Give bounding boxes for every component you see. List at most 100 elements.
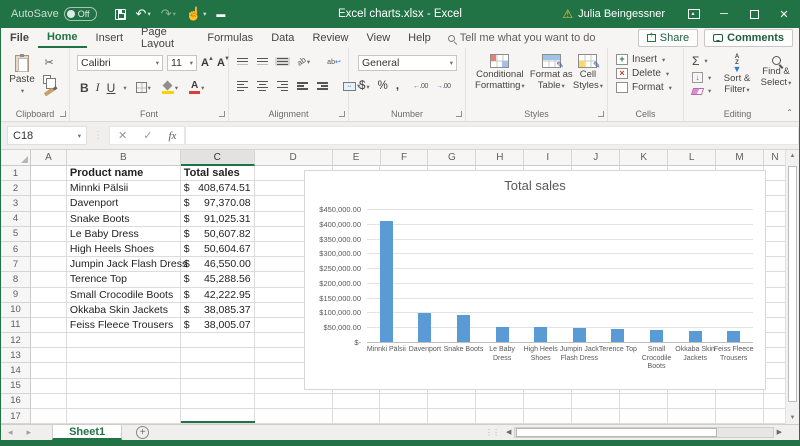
cell-A16[interactable]	[30, 393, 67, 409]
column-header-K[interactable]: K	[620, 150, 669, 166]
bar[interactable]	[495, 327, 509, 342]
cell-B2[interactable]: Minnki Pälsii	[66, 181, 181, 197]
column-header-N[interactable]: N	[764, 150, 787, 166]
bar[interactable]	[572, 328, 586, 342]
cell-C6[interactable]: $50,604.67	[180, 241, 255, 258]
cell-C15[interactable]	[180, 378, 255, 394]
align-top-button[interactable]	[235, 57, 250, 66]
row-header-11[interactable]: 11	[1, 317, 31, 334]
column-header-E[interactable]: E	[332, 150, 381, 166]
cell-A6[interactable]	[30, 241, 67, 258]
cell-A3[interactable]	[30, 196, 67, 212]
copy-button[interactable]: ▾	[41, 74, 57, 89]
cell-M16[interactable]	[716, 393, 764, 409]
increase-font-button[interactable]: A ▲	[201, 56, 214, 69]
format-painter-button[interactable]	[41, 87, 57, 97]
cut-button[interactable]: ✂	[41, 55, 57, 70]
cell-I16[interactable]	[524, 393, 573, 409]
horizontal-scroll-thumb[interactable]	[516, 427, 718, 437]
cell-F16[interactable]	[380, 393, 429, 409]
cell-N2[interactable]	[763, 181, 787, 197]
column-header-L[interactable]: L	[668, 150, 717, 166]
name-box[interactable]: C18 ▾	[7, 126, 87, 145]
cell-A17[interactable]	[30, 409, 67, 424]
percent-style-button[interactable]: %	[378, 80, 388, 92]
tab-insert[interactable]: Insert	[87, 28, 133, 48]
bar[interactable]	[457, 315, 470, 342]
cell-B12[interactable]	[66, 333, 181, 349]
cell-B3[interactable]: Davenport	[66, 196, 181, 212]
add-sheet-button[interactable]: +	[136, 426, 150, 439]
cell-M17[interactable]	[716, 409, 764, 424]
save-button[interactable]	[111, 3, 130, 25]
cell-A5[interactable]	[30, 226, 67, 242]
cell-N9[interactable]	[763, 287, 787, 303]
cell-A9[interactable]	[30, 287, 67, 303]
cell-C10[interactable]: $38,085.37	[180, 302, 255, 318]
cell-C8[interactable]: $45,288.56	[180, 272, 255, 288]
column-header-H[interactable]: H	[476, 150, 525, 166]
cell-N17[interactable]	[763, 409, 787, 424]
row-header-9[interactable]: 9	[1, 287, 31, 303]
tab-help[interactable]: Help	[399, 28, 440, 48]
cell-A14[interactable]	[30, 363, 67, 379]
close-button[interactable]: ✕	[769, 0, 799, 28]
scroll-down-icon[interactable]: ▼	[786, 415, 799, 421]
cell-B14[interactable]	[66, 363, 181, 379]
column-header-D[interactable]: D	[254, 150, 333, 166]
insert-function-button[interactable]: fx	[160, 130, 184, 142]
cell-B7[interactable]: Jumpin Jack Flash Dress	[66, 257, 187, 273]
cell-B6[interactable]: High Heels Shoes	[66, 241, 181, 258]
fill-color-button[interactable]: ▾	[160, 81, 180, 95]
row-header-16[interactable]: 16	[1, 393, 31, 409]
scroll-right-icon[interactable]: ▶	[774, 428, 785, 436]
cell-E17[interactable]	[332, 409, 381, 424]
cell-C5[interactable]: $50,607.82	[180, 226, 255, 242]
touch-mode-button[interactable]: ☝ ▾	[182, 3, 210, 25]
cell-A1[interactable]	[30, 166, 67, 182]
undo-button[interactable]: ↶ ▾	[132, 3, 155, 25]
cell-N3[interactable]	[763, 196, 787, 212]
autosave-pill[interactable]: Off	[63, 7, 97, 21]
cell-N14[interactable]	[763, 363, 787, 379]
sales-chart[interactable]: Total sales $450,000.00 $400,000.00 $350,0…	[304, 170, 766, 390]
cell-C7[interactable]: $46,550.00	[180, 257, 255, 273]
horizontal-scrollbar[interactable]: ⋮⋮ ◀ ▶	[485, 425, 785, 439]
account-user[interactable]: Julia Beingessner	[578, 8, 665, 20]
column-header-M[interactable]: M	[716, 150, 765, 166]
decrease-decimal-button[interactable]: →.00	[436, 83, 451, 90]
bar[interactable]	[418, 313, 432, 342]
column-header-F[interactable]: F	[380, 150, 429, 166]
font-size-select[interactable]: 11 ▾	[167, 55, 197, 71]
cell-B1[interactable]: Product name	[66, 166, 181, 182]
tab-view[interactable]: View	[358, 28, 400, 48]
column-header-G[interactable]: G	[428, 150, 477, 166]
autosave-toggle[interactable]: AutoSave Off	[11, 7, 97, 21]
cell-L17[interactable]	[668, 409, 717, 424]
vertical-scrollbar[interactable]: ▲ ▼	[785, 150, 799, 424]
font-dialog-launcher[interactable]	[219, 111, 225, 117]
cell-N10[interactable]	[763, 302, 787, 318]
cell-A10[interactable]	[30, 302, 67, 318]
cell-E16[interactable]	[332, 393, 381, 409]
clipboard-dialog-launcher[interactable]	[60, 111, 66, 117]
scroll-left-icon[interactable]: ◀	[503, 428, 514, 436]
bar[interactable]	[611, 328, 625, 342]
cell-D17[interactable]	[254, 409, 333, 424]
cell-A15[interactable]	[30, 378, 67, 394]
column-header-C[interactable]: C	[180, 150, 255, 166]
cell-B11[interactable]: Feiss Fleece Trousers	[66, 317, 181, 334]
fill-button[interactable]: ↓ ▾	[692, 72, 711, 83]
cell-C4[interactable]: $91,025.31	[180, 211, 255, 227]
cell-B17[interactable]	[66, 409, 181, 424]
cell-C2[interactable]: $408,674.51	[180, 181, 255, 197]
font-color-button[interactable]: A ▾	[187, 80, 206, 95]
wrap-text-button[interactable]: ab↩	[325, 57, 343, 67]
row-header-6[interactable]: 6	[1, 241, 31, 258]
conditional-formatting-button[interactable]: Conditional Formatting▾	[470, 48, 530, 92]
bar[interactable]	[534, 327, 548, 342]
scroll-up-icon[interactable]: ▲	[786, 153, 799, 159]
row-header-10[interactable]: 10	[1, 302, 31, 318]
row-header-8[interactable]: 8	[1, 272, 31, 288]
number-dialog-launcher[interactable]	[456, 111, 462, 117]
